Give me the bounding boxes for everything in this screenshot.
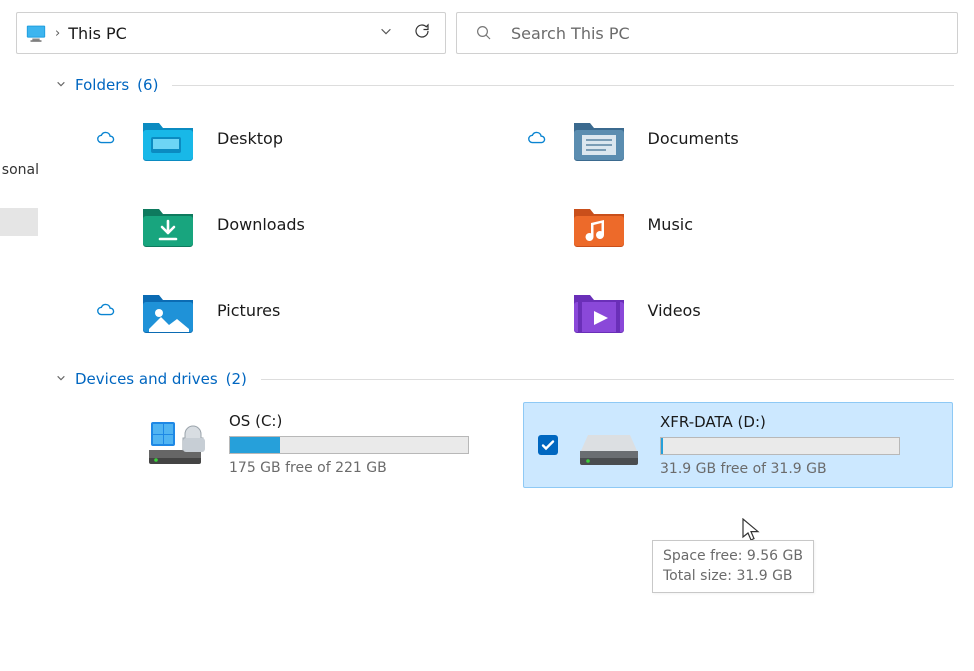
folder-label: Videos xyxy=(648,301,701,320)
toolbar: › This PC Search This PC xyxy=(0,0,974,66)
folder-label: Downloads xyxy=(217,215,305,234)
cloud-icon xyxy=(93,302,119,318)
tooltip-line-1: Space free: 9.56 GB xyxy=(663,547,803,567)
tooltip-line-2: Total size: 31.9 GB xyxy=(663,567,803,587)
search-input[interactable]: Search This PC xyxy=(456,12,958,54)
folder-item-documents[interactable]: Documents xyxy=(524,106,955,170)
drive-label: OS (C:) xyxy=(229,412,509,430)
breadcrumb-location[interactable]: This PC xyxy=(68,24,365,43)
folders-section-header[interactable]: Folders (6) xyxy=(53,76,954,94)
drive-label: XFR-DATA (D:) xyxy=(660,413,938,431)
divider xyxy=(172,85,954,86)
folder-label: Desktop xyxy=(217,129,283,148)
desktop-folder-icon xyxy=(141,115,195,161)
refresh-button[interactable] xyxy=(407,22,437,44)
section-label: Devices and drives xyxy=(75,370,218,388)
tooltip: Space free: 9.56 GB Total size: 31.9 GB xyxy=(652,540,814,593)
folder-item-pictures[interactable]: Pictures xyxy=(93,278,524,342)
this-pc-icon xyxy=(25,22,47,44)
section-label: Folders xyxy=(75,76,129,94)
drive-item-c[interactable]: OS (C:) 175 GB free of 221 GB xyxy=(93,402,523,488)
drive-free-text: 31.9 GB free of 31.9 GB xyxy=(660,461,938,477)
drive-info: XFR-DATA (D:) 31.9 GB free of 31.9 GB xyxy=(660,413,938,477)
chevron-down-icon[interactable] xyxy=(53,371,69,387)
body: sonal Folders (6) xyxy=(0,66,974,488)
section-count: (2) xyxy=(224,370,247,388)
folder-item-videos[interactable]: Videos xyxy=(524,278,955,342)
drive-bar-fill xyxy=(230,437,280,453)
drive-usage-bar xyxy=(229,436,469,454)
drive-free-text: 175 GB free of 221 GB xyxy=(229,460,509,476)
divider xyxy=(261,379,954,380)
chevron-down-icon[interactable] xyxy=(53,77,69,93)
breadcrumb-separator: › xyxy=(53,26,62,41)
os-drive-icon xyxy=(147,420,209,466)
cloud-icon xyxy=(93,130,119,146)
drives-section-header[interactable]: Devices and drives (2) xyxy=(53,370,954,388)
cloud-icon xyxy=(524,130,550,146)
drives-grid: OS (C:) 175 GB free of 221 GB xyxy=(53,402,954,488)
pictures-folder-icon xyxy=(141,287,195,333)
music-folder-icon xyxy=(572,201,626,247)
chevron-down-icon[interactable] xyxy=(371,24,401,42)
sidebar-item-truncated[interactable]: sonal xyxy=(0,162,41,178)
drive-info: OS (C:) 175 GB free of 221 GB xyxy=(229,412,509,476)
folder-label: Documents xyxy=(648,129,739,148)
external-drive-icon xyxy=(578,421,640,467)
checkbox-checked[interactable] xyxy=(538,413,558,459)
folder-label: Music xyxy=(648,215,694,234)
folder-item-downloads[interactable]: Downloads xyxy=(93,192,524,256)
videos-folder-icon xyxy=(572,287,626,333)
drive-bar-fill xyxy=(661,438,663,454)
documents-folder-icon xyxy=(572,115,626,161)
sidebar-fragment: sonal xyxy=(0,66,41,488)
folder-item-desktop[interactable]: Desktop xyxy=(93,106,524,170)
folders-grid: Desktop Documents xyxy=(53,106,954,342)
mouse-cursor-icon xyxy=(742,518,760,542)
search-icon xyxy=(475,24,493,42)
drive-usage-bar xyxy=(660,437,900,455)
downloads-folder-icon xyxy=(141,201,195,247)
folder-label: Pictures xyxy=(217,301,280,320)
main-view: Folders (6) Desktop xyxy=(41,66,974,488)
sidebar-item-selected[interactable] xyxy=(0,208,38,236)
search-placeholder: Search This PC xyxy=(511,24,630,43)
drive-item-d[interactable]: XFR-DATA (D:) 31.9 GB free of 31.9 GB xyxy=(523,402,953,488)
checkbox-placeholder xyxy=(107,412,127,434)
address-bar[interactable]: › This PC xyxy=(16,12,446,54)
folder-item-music[interactable]: Music xyxy=(524,192,955,256)
section-count: (6) xyxy=(135,76,158,94)
